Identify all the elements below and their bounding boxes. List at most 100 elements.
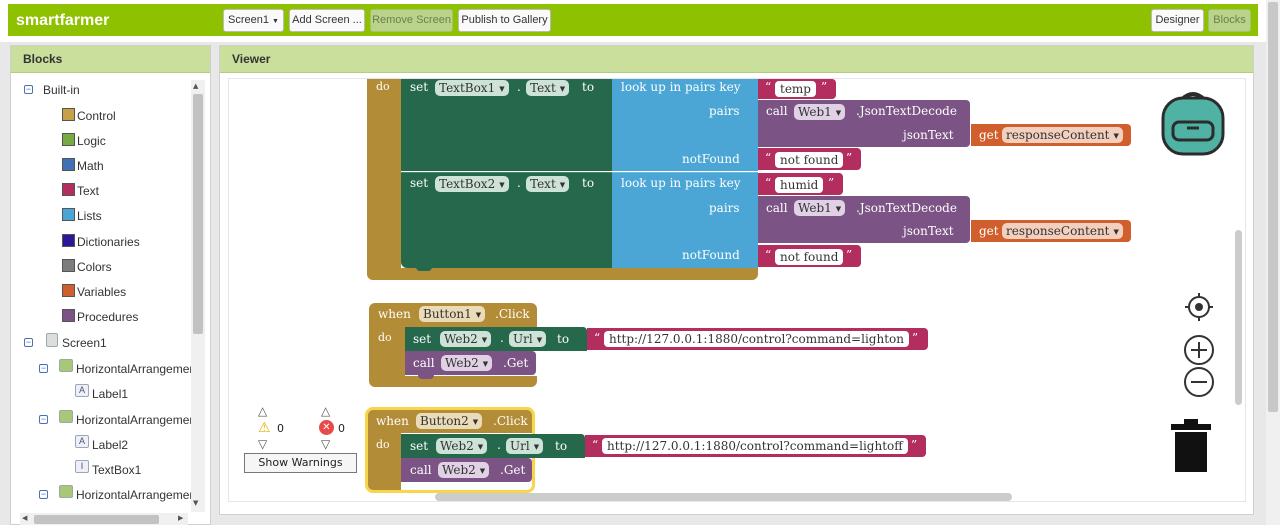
collapse-icon[interactable]: −: [39, 415, 48, 424]
lookup-label: look up in pairs key: [621, 80, 741, 94]
text-property-dropdown[interactable]: Text ▼: [526, 80, 570, 96]
textbox-icon: I: [75, 460, 89, 473]
publish-gallery-button[interactable]: Publish to Gallery: [458, 9, 551, 32]
dot-label: .: [500, 331, 504, 345]
variables-swatch-icon: [62, 284, 75, 297]
prev-warning-icon[interactable]: △: [258, 404, 267, 418]
scroll-down-icon[interactable]: ▼: [193, 499, 198, 507]
tree-component[interactable]: TextBox1: [92, 462, 141, 478]
web2-component-dropdown[interactable]: Web2 ▼: [436, 438, 488, 454]
remove-screen-button[interactable]: Remove Screen: [370, 9, 453, 32]
set-label: set: [410, 80, 429, 94]
call-label: call: [766, 104, 788, 118]
collapse-icon[interactable]: −: [24, 85, 33, 94]
url-lightoff-value[interactable]: http://127.0.0.1:1880/control?command=li…: [602, 438, 908, 454]
tree-hscroll-thumb[interactable]: [34, 515, 159, 524]
get-label: get: [979, 224, 999, 238]
scroll-up-icon[interactable]: ▲: [193, 82, 198, 90]
response-content-dropdown[interactable]: responseContent ▼: [1002, 223, 1123, 239]
tree-component[interactable]: Label2: [92, 437, 128, 453]
textbox2-component-dropdown[interactable]: TextBox2 ▼: [435, 176, 509, 192]
arrangement-icon: [59, 485, 73, 498]
quote-open: “: [592, 438, 599, 452]
control-swatch-icon: [62, 108, 75, 121]
tree-item-lists[interactable]: Lists: [77, 208, 102, 224]
event-block-body[interactable]: [367, 79, 401, 279]
trash-icon[interactable]: [1170, 419, 1212, 473]
tree-component[interactable]: HorizontalArrangemen: [76, 361, 192, 377]
when-label: when: [376, 414, 409, 428]
tree-item-dictionaries[interactable]: Dictionaries: [77, 234, 140, 250]
tree-component[interactable]: HorizontalArrangemen: [76, 412, 192, 428]
tree-item-math[interactable]: Math: [77, 158, 104, 174]
collapse-icon[interactable]: −: [39, 490, 48, 499]
web1-component-dropdown[interactable]: Web1 ▼: [794, 200, 846, 216]
zoom-out-icon[interactable]: [1183, 366, 1215, 398]
to-label: to: [582, 80, 595, 94]
tree-item-text[interactable]: Text: [77, 183, 99, 199]
show-warnings-button[interactable]: Show Warnings: [244, 453, 357, 473]
blocks-button[interactable]: Blocks: [1208, 9, 1251, 32]
get-method-label: .Get: [503, 356, 529, 370]
not-found-value[interactable]: not found: [775, 249, 844, 265]
not-found-value[interactable]: not found: [775, 152, 844, 168]
workspace-vertical-scrollbar[interactable]: [1235, 230, 1242, 405]
math-swatch-icon: [62, 158, 75, 171]
quote-close: ”: [846, 151, 853, 165]
click-label: .Click: [493, 414, 528, 428]
response-content-dropdown[interactable]: responseContent ▼: [1002, 127, 1123, 143]
collapse-icon[interactable]: −: [39, 364, 48, 373]
scroll-left-icon[interactable]: ◀: [22, 514, 27, 522]
add-screen-button[interactable]: Add Screen ...: [289, 9, 365, 32]
text-property-dropdown[interactable]: Text ▼: [526, 176, 570, 192]
tree-item-control[interactable]: Control: [77, 108, 116, 124]
page-scroll-thumb[interactable]: [1268, 2, 1278, 412]
tree-item-colors[interactable]: Colors: [77, 259, 112, 275]
call-label: call: [766, 201, 788, 215]
block-notch: [418, 374, 434, 379]
scroll-right-icon[interactable]: ▶: [178, 514, 183, 522]
get-method-label: .Get: [500, 463, 526, 477]
notfound-label: notFound: [682, 248, 740, 262]
dot-label: .: [517, 80, 521, 94]
target-icon[interactable]: [1184, 292, 1214, 322]
designer-button[interactable]: Designer: [1151, 9, 1204, 32]
web2-component-dropdown[interactable]: Web2 ▼: [441, 355, 493, 371]
label-icon: A: [75, 435, 89, 448]
zoom-in-icon[interactable]: [1183, 334, 1215, 366]
tree-component[interactable]: HorizontalArrangemen: [76, 487, 192, 503]
tree-item-procedures[interactable]: Procedures: [77, 309, 138, 325]
arrangement-icon: [59, 410, 73, 423]
tree-item-logic[interactable]: Logic: [77, 133, 106, 149]
set-label: set: [410, 439, 429, 453]
textbox1-component-dropdown[interactable]: TextBox1 ▼: [435, 80, 509, 96]
backpack-icon[interactable]: [1159, 90, 1227, 156]
url-lighton-value[interactable]: http://127.0.0.1:1880/control?command=li…: [604, 331, 909, 347]
quote-close: ”: [821, 80, 828, 94]
prev-error-icon[interactable]: △: [321, 404, 330, 418]
arrangement-icon: [59, 359, 73, 372]
key-temp-value[interactable]: temp: [775, 81, 816, 97]
screen-select-button[interactable]: Screen1 ▼: [223, 9, 284, 32]
blocks-tree: − Built-in Control Logic Math Text Lists…: [12, 78, 192, 510]
tree-scroll-thumb[interactable]: [193, 94, 203, 334]
url-property-dropdown[interactable]: Url ▼: [509, 331, 547, 347]
web1-component-dropdown[interactable]: Web1 ▼: [794, 104, 846, 120]
url-property-dropdown[interactable]: Url ▼: [506, 438, 544, 454]
warning-count: 0: [277, 422, 284, 435]
button2-component-dropdown[interactable]: Button2 ▼: [416, 413, 483, 429]
web2-component-dropdown[interactable]: Web2 ▼: [440, 331, 492, 347]
web2-component-dropdown[interactable]: Web2 ▼: [438, 462, 490, 478]
quote-open: “: [765, 80, 772, 94]
button1-component-dropdown[interactable]: Button1 ▼: [419, 306, 486, 322]
tree-screen1[interactable]: Screen1: [62, 335, 107, 351]
blocks-panel-title: Blocks: [11, 46, 210, 73]
next-error-icon[interactable]: ▽: [321, 437, 330, 451]
collapse-icon[interactable]: −: [24, 338, 33, 347]
tree-builtin[interactable]: Built-in: [43, 82, 80, 98]
key-humid-value[interactable]: humid: [775, 177, 824, 193]
tree-item-variables[interactable]: Variables: [77, 284, 126, 300]
tree-component[interactable]: Label1: [92, 386, 128, 402]
workspace-horizontal-scrollbar[interactable]: [435, 493, 1012, 501]
next-warning-icon[interactable]: ▽: [258, 437, 267, 451]
